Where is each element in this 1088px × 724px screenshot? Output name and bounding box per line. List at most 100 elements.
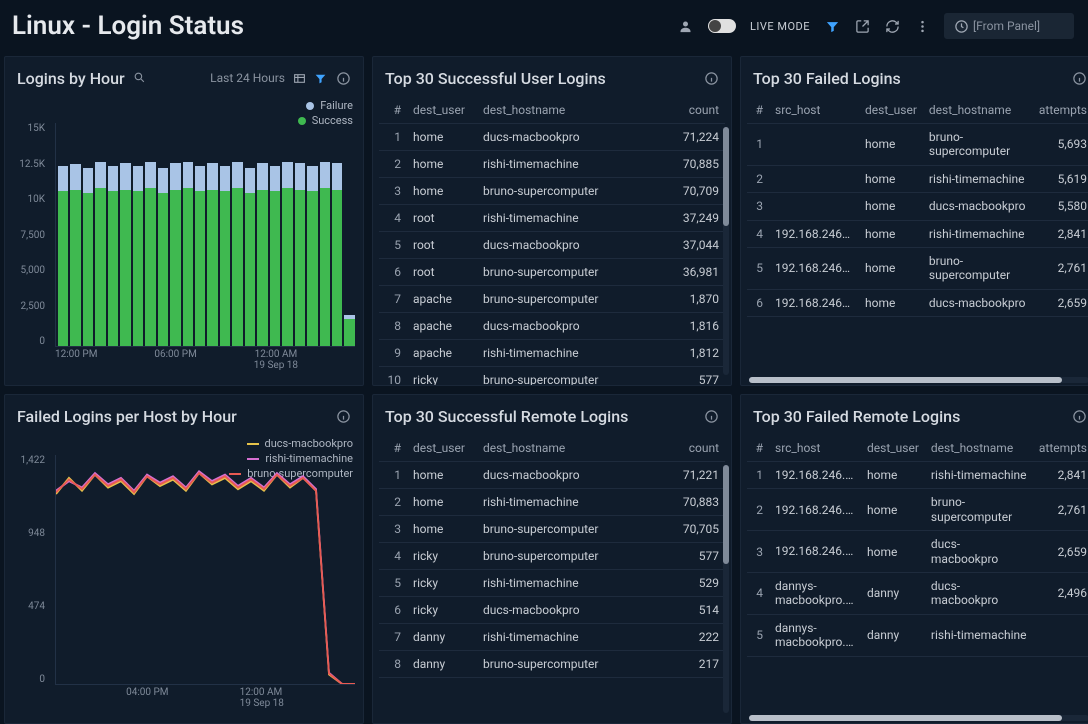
panel-failed-logins: Top 30 Failed Logins # src_host dest_use… xyxy=(740,56,1088,386)
table-row[interactable]: 6rickyducs-macbookpro514 xyxy=(379,597,725,624)
filter-icon[interactable] xyxy=(824,18,840,34)
info-icon[interactable] xyxy=(335,70,351,86)
table-row[interactable]: 5rootducs-macbookpro37,044 xyxy=(379,232,725,259)
bar[interactable] xyxy=(170,123,180,346)
panel-successful-remote: Top 30 Successful Remote Logins # dest_u… xyxy=(372,394,732,724)
bar[interactable] xyxy=(295,123,305,346)
kebab-menu-icon[interactable] xyxy=(914,18,930,34)
y-axis-labels: 1,422 948 474 0 xyxy=(11,455,45,685)
table-row[interactable]: 10rickybruno-supercomputer577 xyxy=(379,367,725,386)
table-view-icon[interactable] xyxy=(293,72,306,85)
table-row[interactable]: 8dannybruno-supercomputer217 xyxy=(379,651,725,678)
table-row[interactable]: 5192.168.246.14homebruno-supercomputer2,… xyxy=(747,247,1088,289)
live-mode-label: LIVE MODE xyxy=(750,20,810,33)
topbar: Linux - Login Status LIVE MODE [From Pan… xyxy=(0,0,1088,56)
scrollbar-horizontal[interactable] xyxy=(749,715,1088,721)
successful-logins-table[interactable]: # dest_user dest_hostname count 1homeduc… xyxy=(379,97,725,385)
logins-by-hour-chart[interactable]: Failure Success 15K 12.5K 10K 7,500 5,00… xyxy=(5,97,363,385)
bar[interactable] xyxy=(108,123,118,346)
table-row[interactable]: 5dannys-macbookpro.localdannyrishi-timem… xyxy=(747,614,1088,656)
time-range-label: Last 24 Hours xyxy=(210,71,285,85)
bar[interactable] xyxy=(83,123,93,346)
failed-per-host-chart[interactable]: ducs-macbookpro rishi-timemachine bruno-… xyxy=(5,435,363,723)
table-row[interactable]: 2homerishi-timemachine70,883 xyxy=(379,489,725,516)
table-row[interactable]: 1homeducs-macbookpro71,221 xyxy=(379,462,725,489)
panel-failed-remote: Top 30 Failed Remote Logins # src_host d… xyxy=(740,394,1088,724)
scrollbar-vertical[interactable] xyxy=(723,465,729,713)
table-row[interactable]: 2192.168.246.14homebruno-supercomputer2,… xyxy=(747,489,1088,531)
bar[interactable] xyxy=(207,123,217,346)
bar[interactable] xyxy=(58,123,68,346)
refresh-icon[interactable] xyxy=(884,18,900,34)
live-mode-toggle[interactable] xyxy=(708,19,736,33)
bar[interactable] xyxy=(245,123,255,346)
bar[interactable] xyxy=(282,123,292,346)
bar[interactable] xyxy=(332,123,342,346)
line-plot xyxy=(55,455,355,685)
x-axis-labels: 04:00 PM 12:00 AM19 Sep 18 xyxy=(55,687,355,715)
table-row[interactable]: 3192.168.246.14homeducs-macbookpro2,659 xyxy=(747,531,1088,573)
panel-title: Top 30 Successful Remote Logins xyxy=(385,407,628,426)
successful-remote-table[interactable]: # dest_user dest_hostname count 1homeduc… xyxy=(379,435,725,678)
clock-icon xyxy=(953,18,969,34)
magnify-icon[interactable] xyxy=(133,73,146,88)
table-row[interactable]: 7apachebruno-supercomputer1,870 xyxy=(379,286,725,313)
legend-swatch xyxy=(247,443,259,445)
table-row[interactable]: 5rickyrishi-timemachine529 xyxy=(379,570,725,597)
bar[interactable] xyxy=(120,123,130,346)
legend-dot-failure xyxy=(306,102,314,110)
bar[interactable] xyxy=(95,123,105,346)
user-icon[interactable] xyxy=(678,18,694,34)
panel-title: Top 30 Successful User Logins xyxy=(385,69,606,88)
table-row[interactable]: 4rickybruno-supercomputer577 xyxy=(379,543,725,570)
bar[interactable] xyxy=(220,123,230,346)
timerange-text: [From Panel] xyxy=(973,19,1040,33)
table-row[interactable]: 1192.168.246.14homerishi-timemachine2,84… xyxy=(747,462,1088,489)
table-row[interactable]: 2homerishi-timemachine70,885 xyxy=(379,151,725,178)
timerange-select[interactable]: [From Panel] xyxy=(944,13,1074,39)
bar[interactable] xyxy=(344,123,354,346)
table-row[interactable]: 6192.168.246.14homeducs-macbookpro2,659 xyxy=(747,289,1088,316)
table-row[interactable]: 4192.168.246.14homerishi-timemachine2,84… xyxy=(747,220,1088,247)
table-row[interactable]: 9apacherishi-timemachine1,812 xyxy=(379,340,725,367)
bar[interactable] xyxy=(133,123,143,346)
panel-title: Failed Logins per Host by Hour xyxy=(17,407,237,426)
table-row[interactable]: 1homebruno-supercomputer5,693 xyxy=(747,124,1088,166)
bar-container xyxy=(55,123,355,347)
bar[interactable] xyxy=(70,123,80,346)
panel-filter-icon[interactable] xyxy=(314,72,327,85)
bar[interactable] xyxy=(195,123,205,346)
failed-remote-table[interactable]: # src_host dest_user dest_hostname attem… xyxy=(747,435,1088,657)
table-row[interactable]: 7dannyrishi-timemachine222 xyxy=(379,624,725,651)
bar[interactable] xyxy=(320,123,330,346)
info-icon[interactable] xyxy=(703,408,719,424)
panel-successful-logins: Top 30 Successful User Logins # dest_use… xyxy=(372,56,732,386)
table-row[interactable]: 3homebruno-supercomputer70,709 xyxy=(379,178,725,205)
info-icon[interactable] xyxy=(1071,408,1087,424)
bar[interactable] xyxy=(183,123,193,346)
scrollbar-vertical[interactable] xyxy=(723,127,729,375)
table-row[interactable]: 8apacheducs-macbookpro1,816 xyxy=(379,313,725,340)
info-icon[interactable] xyxy=(703,70,719,86)
panel-title: Logins by Hour xyxy=(17,69,146,88)
bar[interactable] xyxy=(158,123,168,346)
bar[interactable] xyxy=(270,123,280,346)
bar[interactable] xyxy=(307,123,317,346)
scrollbar-horizontal[interactable] xyxy=(749,377,1088,383)
failed-logins-table[interactable]: # src_host dest_user dest_hostname attem… xyxy=(747,97,1088,317)
bar[interactable] xyxy=(232,123,242,346)
info-icon[interactable] xyxy=(1071,70,1087,86)
table-row[interactable]: 6rootbruno-supercomputer36,981 xyxy=(379,259,725,286)
table-row[interactable]: 3homebruno-supercomputer70,705 xyxy=(379,516,725,543)
page-title: Linux - Login Status xyxy=(12,11,244,41)
table-row[interactable]: 4rootrishi-timemachine37,249 xyxy=(379,205,725,232)
panel-title: Top 30 Failed Remote Logins xyxy=(753,407,960,426)
table-row[interactable]: 2homerishi-timemachine5,619 xyxy=(747,165,1088,192)
bar[interactable] xyxy=(257,123,267,346)
bar[interactable] xyxy=(145,123,155,346)
info-icon[interactable] xyxy=(335,408,351,424)
table-row[interactable]: 1homeducs-macbookpro71,224 xyxy=(379,124,725,151)
table-row[interactable]: 3homeducs-macbookpro5,580 xyxy=(747,193,1088,220)
table-row[interactable]: 4dannys-macbookpro.localdannyducs-macboo… xyxy=(747,572,1088,614)
share-icon[interactable] xyxy=(854,18,870,34)
